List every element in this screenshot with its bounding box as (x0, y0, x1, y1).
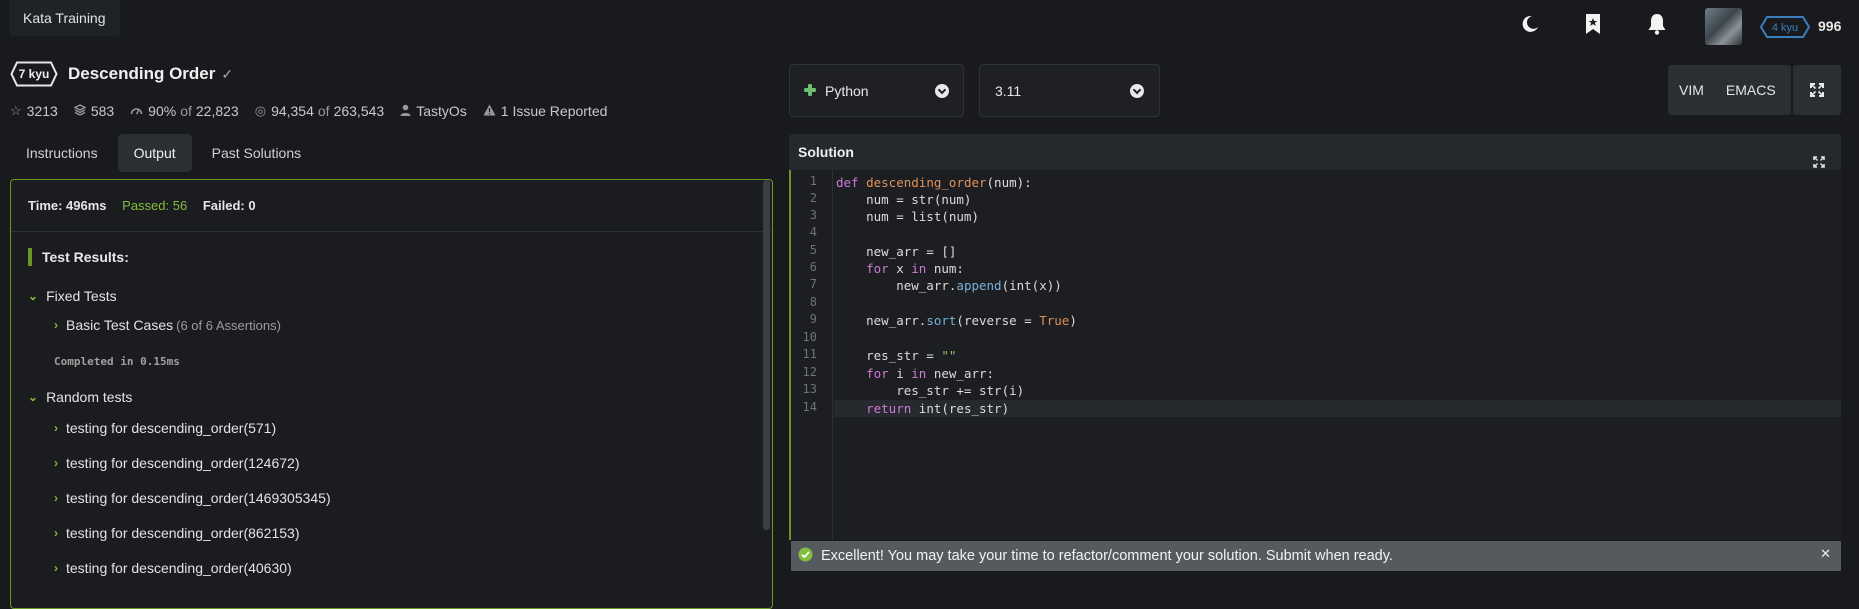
target-icon: ◎ (254, 103, 267, 118)
layers-icon (73, 103, 87, 119)
tab-output[interactable]: Output (117, 134, 192, 172)
chevron-right-icon: › (54, 421, 58, 435)
completions-stat: ◎ 94,354 of 263,543 (254, 103, 385, 119)
code-editor[interactable]: 1 2 3 4 5 6 7 8 9 10 11 12 13 14 def des… (789, 170, 1841, 540)
line-number: 11 (802, 347, 817, 361)
fullscreen-button[interactable] (1793, 65, 1841, 115)
satisfaction-stat: 90% of 22,823 (130, 103, 239, 119)
line-gutter: 1 2 3 4 5 6 7 8 9 10 11 12 13 14 (791, 170, 833, 540)
line-number: 10 (802, 330, 817, 344)
code-line: return int(res_str) (866, 401, 1010, 416)
gauge-icon (130, 104, 143, 119)
line-number: 1 (809, 174, 817, 188)
output-scrollbar[interactable] (763, 180, 770, 530)
code-line: num = list(num) (836, 209, 979, 224)
code-line: new_arr.sort(reverse = True) (836, 313, 1077, 328)
warning-icon (483, 104, 496, 119)
code-line: for i in new_arr: (866, 366, 995, 381)
tab-past-solutions[interactable]: Past Solutions (196, 134, 318, 172)
test-summary: Time: 496ms Passed: 56 Failed: 0 (11, 180, 772, 232)
bookmark-icon[interactable] (1581, 12, 1605, 36)
stars-stat[interactable]: ☆ 3213 (10, 103, 58, 119)
tab-instructions[interactable]: Instructions (10, 134, 114, 172)
chevron-right-icon: › (54, 526, 58, 540)
user-rank-text: 4 kyu (1772, 22, 1798, 34)
checkmark-icon: ✓ (221, 65, 234, 82)
results-accent-bar (28, 248, 32, 266)
honor-count: 996 (1818, 18, 1842, 34)
line-number: 3 (809, 208, 817, 222)
notifications-bell-icon[interactable] (1645, 12, 1669, 36)
fixed-tests-group[interactable]: ⌄ Fixed Tests (28, 288, 117, 304)
top-header: Kata Training 4 kyu 996 (0, 0, 1859, 50)
editor-mode-group: VIM EMACS (1668, 65, 1791, 115)
dark-mode-moon-icon[interactable] (1518, 12, 1542, 36)
code-line: num = str(num) (836, 192, 972, 207)
chevron-down-icon: ⌄ (28, 390, 39, 404)
random-test-item[interactable]: › testing for descending_order(124672) (54, 455, 300, 471)
chevron-right-icon: › (54, 491, 58, 505)
star-icon: ☆ (10, 103, 22, 118)
code-line: new_arr.append(int(x)) (836, 278, 1062, 293)
success-message: Excellent! You may take your time to ref… (821, 548, 1393, 564)
vim-mode-button[interactable]: VIM (1668, 82, 1715, 98)
chevron-down-icon (935, 83, 949, 98)
passed-count: Passed: 56 (122, 198, 188, 213)
random-test-item[interactable]: › testing for descending_order(862153) (54, 525, 300, 541)
python-icon (804, 83, 816, 99)
chevron-down-icon: ⌄ (28, 289, 39, 303)
kata-title[interactable]: Descending Order (68, 64, 215, 84)
code-line: res_str += str(i) (836, 383, 1025, 398)
issues-stat[interactable]: 1 Issue Reported (483, 103, 607, 119)
code-line: def descending_order(num): (836, 175, 1032, 190)
random-tests-group[interactable]: ⌄ Random tests (28, 389, 132, 405)
collections-stat[interactable]: 583 (73, 103, 114, 119)
test-results-heading: Test Results: (28, 248, 129, 266)
output-panel: Time: 496ms Passed: 56 Failed: 0 Test Re… (10, 179, 773, 609)
line-number: 14 (802, 400, 817, 414)
line-number: 6 (809, 260, 817, 274)
kata-tabs: Instructions Output Past Solutions (10, 134, 321, 172)
emacs-mode-button[interactable]: EMACS (1715, 82, 1787, 98)
kata-rank-text: 7 kyu (18, 67, 50, 81)
user-rank-badge: 4 kyu (1759, 15, 1811, 42)
basic-test-cases-item[interactable]: › Basic Test Cases (6 of 6 Assertions) (54, 317, 281, 333)
version-select[interactable]: 3.11 (979, 64, 1160, 117)
user-icon (400, 104, 411, 119)
kata-rank-badge: 7 kyu (10, 61, 58, 87)
line-number: 4 (809, 225, 817, 239)
random-test-item[interactable]: › testing for descending_order(40630) (54, 560, 292, 576)
line-number: 9 (809, 312, 817, 326)
line-number: 5 (809, 243, 817, 257)
check-circle-icon (798, 547, 813, 566)
failed-count: Failed: 0 (202, 198, 256, 213)
completed-time: Completed in 0.15ms (54, 355, 180, 368)
random-test-item[interactable]: › testing for descending_order(146930534… (54, 490, 331, 506)
code-line: res_str = "" (836, 348, 957, 363)
code-line: new_arr = [] (836, 244, 957, 259)
fullscreen-icon (1810, 83, 1824, 97)
author-stat[interactable]: TastyOs (400, 103, 467, 119)
language-select[interactable]: Python (789, 64, 964, 117)
kata-stats-row: ☆ 3213 583 90% of 22,823 ◎ 94,354 of 263… (10, 103, 623, 119)
line-number: 7 (809, 277, 817, 291)
line-number: 12 (802, 365, 817, 379)
code-line: for x in num: (866, 261, 964, 276)
kata-training-link[interactable]: Kata Training (9, 0, 120, 36)
chevron-right-icon: › (54, 456, 58, 470)
success-notification: Excellent! You may take your time to ref… (791, 541, 1841, 571)
close-icon[interactable]: ✕ (1820, 546, 1831, 562)
chevron-right-icon: › (54, 561, 58, 575)
line-number: 8 (809, 295, 817, 309)
line-number: 2 (809, 191, 817, 205)
random-test-item[interactable]: › testing for descending_order(571) (54, 420, 276, 436)
chevron-down-icon (1130, 83, 1144, 98)
test-time: Time: 496ms (28, 198, 107, 213)
chevron-right-icon: › (54, 318, 58, 332)
solution-header: Solution (789, 134, 1841, 170)
line-number: 13 (802, 382, 817, 396)
user-avatar[interactable] (1705, 8, 1742, 45)
kata-title-row: 7 kyu Descending Order ✓ (10, 61, 233, 87)
